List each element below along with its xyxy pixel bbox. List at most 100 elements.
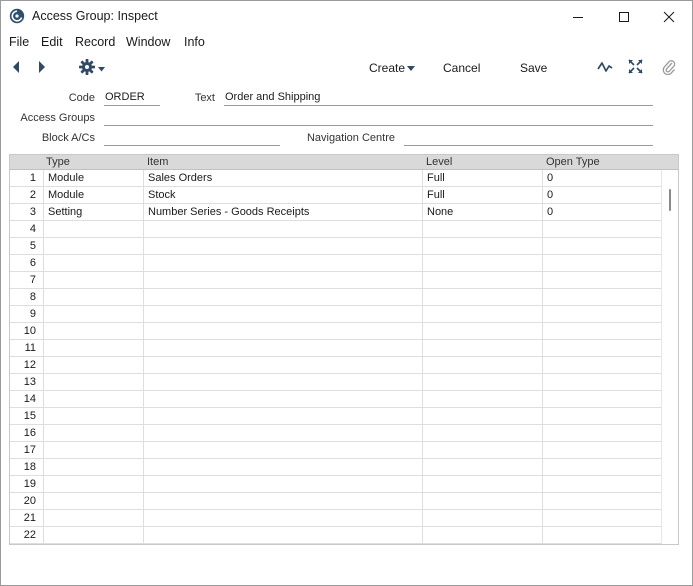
row-number: 17 (23, 444, 36, 456)
paperclip-icon (662, 59, 676, 78)
row-number: 12 (23, 359, 36, 371)
block-acs-field[interactable] (104, 131, 280, 146)
menu-record[interactable]: Record (75, 35, 115, 49)
table-row[interactable]: 7 (10, 272, 662, 289)
activity-button[interactable] (597, 61, 613, 75)
text-field[interactable]: Order and Shipping (224, 91, 653, 106)
toolbar: Create Cancel Save (1, 52, 692, 84)
access-groups-field[interactable] (104, 111, 653, 126)
table-row[interactable]: 9 (10, 306, 662, 323)
grid-header: Type Item Level Open Type (10, 155, 678, 170)
close-button[interactable] (646, 1, 692, 32)
table-row[interactable]: 3 Setting Number Series - Goods Receipts No… (10, 204, 662, 221)
save-button[interactable]: Save (520, 61, 547, 75)
close-icon (663, 11, 675, 23)
minimize-icon (572, 11, 584, 23)
table-row[interactable]: 17 (10, 442, 662, 459)
table-row[interactable]: 18 (10, 459, 662, 476)
cell-type[interactable]: Module (48, 172, 140, 184)
app-logo-icon (9, 8, 25, 24)
row-number: 6 (29, 257, 36, 269)
navigation-centre-field[interactable] (404, 131, 653, 146)
table-row[interactable]: 6 (10, 255, 662, 272)
inspect-window: Access Group: Inspect File Edit Record W… (0, 0, 693, 586)
cell-item[interactable]: Sales Orders (148, 172, 418, 184)
row-number: 9 (29, 308, 36, 320)
table-row[interactable]: 14 (10, 391, 662, 408)
row-number: 18 (23, 461, 36, 473)
column-header-type[interactable]: Type (46, 156, 70, 168)
arrow-right-icon (37, 60, 47, 77)
cell-level[interactable]: Full (427, 189, 539, 201)
row-number: 2 (29, 189, 36, 201)
table-row[interactable]: 21 (10, 510, 662, 527)
menu-window[interactable]: Window (126, 35, 170, 49)
table-row[interactable]: 15 (10, 408, 662, 425)
table-row[interactable]: 12 (10, 357, 662, 374)
row-number: 5 (29, 240, 36, 252)
vertical-scrollbar[interactable] (661, 170, 678, 544)
next-record-button[interactable] (35, 60, 49, 76)
menu-edit[interactable]: Edit (41, 35, 63, 49)
table-row[interactable]: 20 (10, 493, 662, 510)
column-header-level[interactable]: Level (426, 156, 452, 168)
table-row[interactable]: 5 (10, 238, 662, 255)
navigation-centre-label: Navigation Centre (306, 132, 395, 144)
cell-level[interactable]: None (427, 206, 539, 218)
row-number: 22 (23, 529, 36, 541)
maximize-icon (618, 11, 630, 23)
menu-file[interactable]: File (9, 35, 29, 49)
table-row[interactable]: 10 (10, 323, 662, 340)
minimize-button[interactable] (555, 1, 601, 32)
row-number: 11 (24, 342, 36, 354)
cell-item[interactable]: Number Series - Goods Receipts (148, 206, 418, 218)
row-number: 15 (23, 410, 36, 422)
row-number: 3 (29, 206, 36, 218)
activity-icon (597, 60, 613, 77)
cell-level[interactable]: Full (427, 172, 539, 184)
table-row[interactable]: 4 (10, 221, 662, 238)
expand-icon (627, 59, 643, 77)
table-row[interactable]: 13 (10, 374, 662, 391)
cell-open-type[interactable]: 0 (547, 206, 657, 218)
arrow-left-icon (11, 60, 21, 77)
maximize-button[interactable] (601, 1, 647, 32)
previous-record-button[interactable] (9, 60, 23, 76)
cell-item[interactable]: Stock (148, 189, 418, 201)
row-number: 7 (29, 274, 36, 286)
row-number: 16 (23, 427, 36, 439)
table-row[interactable]: 11 (10, 340, 662, 357)
access-groups-label: Access Groups (20, 112, 95, 124)
attach-button[interactable] (661, 59, 677, 78)
row-number: 14 (23, 393, 36, 405)
column-header-item[interactable]: Item (147, 156, 168, 168)
cell-open-type[interactable]: 0 (547, 172, 657, 184)
header-form: Code ORDER Text Order and Shipping Acces… (1, 84, 692, 154)
table-row[interactable]: 19 (10, 476, 662, 493)
column-header-open-type[interactable]: Open Type (546, 156, 600, 168)
code-field[interactable]: ORDER (104, 91, 160, 106)
scrollbar-thumb[interactable] (669, 189, 671, 211)
create-button[interactable]: Create (369, 61, 405, 75)
create-chevron-down-icon[interactable] (406, 65, 415, 71)
cell-type[interactable]: Setting (48, 206, 140, 218)
fullscreen-button[interactable] (627, 59, 643, 77)
table-row[interactable]: 8 (10, 289, 662, 306)
access-rules-grid: Type Item Level Open Type 1 Module Sales O… (9, 154, 679, 545)
block-acs-label: Block A/Cs (41, 132, 95, 144)
row-number: 8 (29, 291, 36, 303)
menu-info[interactable]: Info (184, 35, 205, 49)
operations-menu-button[interactable] (75, 58, 107, 77)
cancel-button[interactable]: Cancel (443, 61, 480, 75)
row-number: 1 (29, 172, 36, 184)
table-row[interactable]: 1 Module Sales Orders Full 0 (10, 170, 662, 187)
chevron-down-icon (97, 61, 105, 75)
table-row[interactable]: 2 Module Stock Full 0 (10, 187, 662, 204)
window-title: Access Group: Inspect (32, 9, 158, 23)
row-number: 19 (23, 478, 36, 490)
menu-bar: File Edit Record Window Info (1, 32, 692, 52)
cell-type[interactable]: Module (48, 189, 140, 201)
table-row[interactable]: 22 (10, 527, 662, 544)
cell-open-type[interactable]: 0 (547, 189, 657, 201)
table-row[interactable]: 16 (10, 425, 662, 442)
